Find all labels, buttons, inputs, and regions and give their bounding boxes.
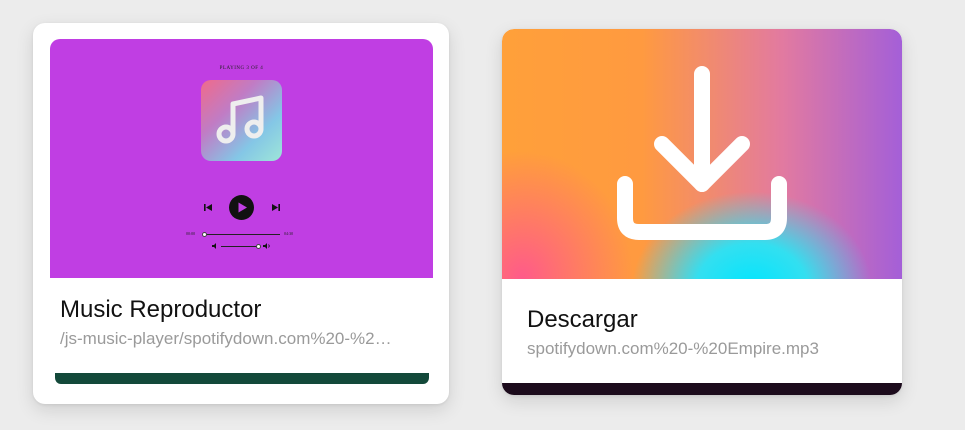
music-note-icon (216, 95, 264, 144)
current-time: 00:00 (186, 231, 196, 236)
project-card-descargar[interactable]: Descargar spotifydown.com%20-%20Empire.m… (502, 29, 902, 395)
card-thumbnail: PLAYING 3 OF 4 00:00 04:30 (50, 39, 433, 278)
volume-high-icon (263, 243, 270, 249)
card-subtitle: /js-music-player/spotifydown.com%20-%2… (60, 329, 392, 348)
progress-bar[interactable] (203, 234, 280, 235)
card-title[interactable]: Descargar (527, 306, 638, 334)
project-card-music-reproductor[interactable]: PLAYING 3 OF 4 00:00 04:30 Music Reprodu… (33, 23, 449, 404)
card-accent-bar (502, 383, 902, 395)
progress-knob[interactable] (202, 232, 207, 237)
card-accent-bar (55, 373, 429, 384)
card-subtitle: spotifydown.com%20-%20Empire.mp3 (527, 339, 819, 358)
next-track-icon[interactable] (271, 203, 280, 212)
playing-status: PLAYING 3 OF 4 (219, 66, 264, 71)
duration-time: 04:30 (284, 231, 294, 236)
card-thumbnail (502, 29, 902, 279)
volume-slider[interactable] (221, 246, 259, 247)
play-button[interactable] (229, 195, 254, 220)
volume-low-icon (212, 243, 216, 249)
card-title[interactable]: Music Reproductor (60, 296, 261, 324)
download-icon (617, 66, 787, 240)
prev-track-icon[interactable] (204, 203, 213, 212)
volume-knob[interactable] (256, 244, 261, 249)
album-art (201, 80, 282, 161)
